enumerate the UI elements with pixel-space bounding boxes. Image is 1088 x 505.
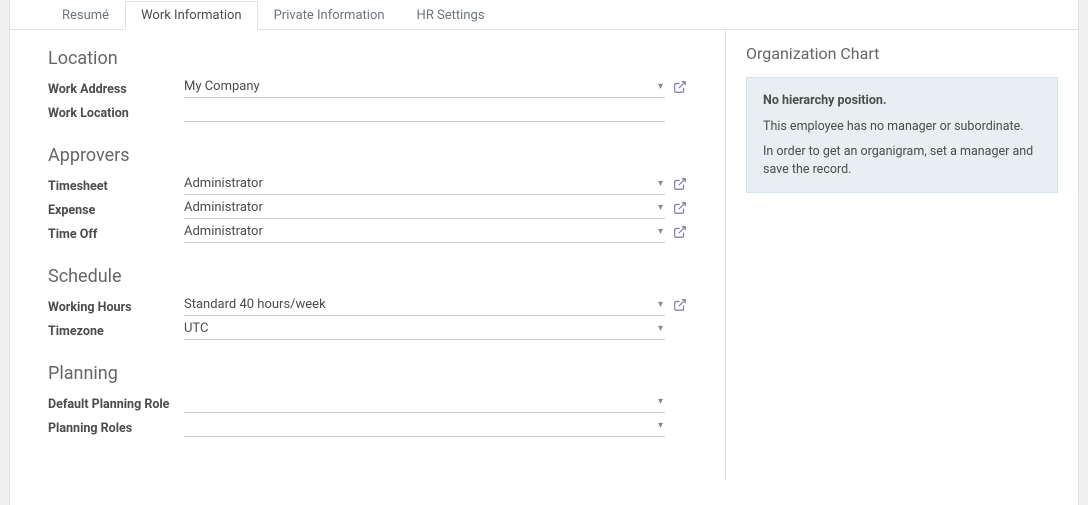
label-work-location: Work Location xyxy=(48,102,184,121)
field-working-hours: Working Hours Standard 40 hours/week ▾ xyxy=(48,293,687,317)
chevron-down-icon: ▾ xyxy=(656,178,665,189)
chevron-down-icon: ▾ xyxy=(656,323,665,334)
section-location: Location Work Address My Company ▾ xyxy=(48,48,687,123)
label-timeoff: Time Off xyxy=(48,223,184,242)
value-timezone: UTC xyxy=(184,321,208,336)
value-work-address: My Company xyxy=(184,79,260,94)
label-timezone: Timezone xyxy=(48,320,184,339)
label-planning-roles: Planning Roles xyxy=(48,417,184,436)
chevron-down-icon: ▾ xyxy=(656,299,665,310)
org-chart-line2: In order to get an organigram, set a man… xyxy=(763,143,1041,178)
value-timeoff: Administrator xyxy=(184,224,263,239)
input-timesheet[interactable]: Administrator ▾ xyxy=(184,173,665,195)
input-work-address[interactable]: My Company ▾ xyxy=(184,76,665,98)
tab-private-information[interactable]: Private Information xyxy=(258,1,401,30)
external-link-icon[interactable] xyxy=(673,201,687,215)
input-default-planning-role[interactable]: ▾ xyxy=(184,391,665,413)
org-chart-title: Organization Chart xyxy=(746,44,1058,63)
section-title-location: Location xyxy=(48,48,687,69)
tab-hr-settings[interactable]: HR Settings xyxy=(401,1,501,30)
label-timesheet: Timesheet xyxy=(48,175,184,194)
field-work-location: Work Location ▾ xyxy=(48,99,687,123)
org-chart-line1: This employee has no manager or subordin… xyxy=(763,118,1041,136)
input-working-hours[interactable]: Standard 40 hours/week ▾ xyxy=(184,294,665,316)
org-chart-no-position: No hierarchy position. xyxy=(763,92,1041,110)
chevron-down-icon: ▾ xyxy=(656,81,665,92)
label-working-hours: Working Hours xyxy=(48,296,184,315)
field-expense: Expense Administrator ▾ xyxy=(48,196,687,220)
field-work-address: Work Address My Company ▾ xyxy=(48,75,687,99)
chevron-down-icon: ▾ xyxy=(656,226,665,237)
section-title-planning: Planning xyxy=(48,363,687,384)
field-timesheet: Timesheet Administrator ▾ xyxy=(48,172,687,196)
section-approvers: Approvers Timesheet Administrator ▾ xyxy=(48,145,687,244)
section-title-schedule: Schedule xyxy=(48,266,687,287)
section-schedule: Schedule Working Hours Standard 40 hours… xyxy=(48,266,687,341)
right-pane: Organization Chart No hierarchy position… xyxy=(726,30,1078,480)
input-timeoff[interactable]: Administrator ▾ xyxy=(184,221,665,243)
chevron-down-icon: ▾ xyxy=(656,396,665,407)
tab-resume[interactable]: Resumé xyxy=(46,1,125,30)
input-expense[interactable]: Administrator ▾ xyxy=(184,197,665,219)
input-work-location[interactable]: ▾ xyxy=(184,100,665,122)
left-pane: Location Work Address My Company ▾ xyxy=(10,30,726,480)
field-timezone: Timezone UTC ▾ xyxy=(48,317,687,341)
page-container: Resumé Work Information Private Informat… xyxy=(9,0,1079,505)
field-timeoff: Time Off Administrator ▾ xyxy=(48,220,687,244)
external-link-icon[interactable] xyxy=(673,80,687,94)
value-working-hours: Standard 40 hours/week xyxy=(184,297,326,312)
org-chart-box: No hierarchy position. This employee has… xyxy=(746,77,1058,193)
content-split: Location Work Address My Company ▾ xyxy=(10,30,1078,480)
value-timesheet: Administrator xyxy=(184,176,263,191)
external-link-icon[interactable] xyxy=(673,298,687,312)
external-link-icon[interactable] xyxy=(673,225,687,239)
input-timezone[interactable]: UTC ▾ xyxy=(184,318,665,340)
label-expense: Expense xyxy=(48,199,184,218)
field-default-planning-role: Default Planning Role ▾ xyxy=(48,390,687,414)
chevron-down-icon: ▾ xyxy=(656,202,665,213)
tab-work-information[interactable]: Work Information xyxy=(125,1,258,30)
section-title-approvers: Approvers xyxy=(48,145,687,166)
tab-bar: Resumé Work Information Private Informat… xyxy=(10,0,1078,30)
external-link-icon[interactable] xyxy=(673,177,687,191)
label-work-address: Work Address xyxy=(48,78,184,97)
label-default-planning-role: Default Planning Role xyxy=(48,393,184,412)
value-expense: Administrator xyxy=(184,200,263,215)
section-planning: Planning Default Planning Role ▾ xyxy=(48,363,687,438)
chevron-down-icon: ▾ xyxy=(656,420,665,431)
input-planning-roles[interactable]: ▾ xyxy=(184,415,665,437)
field-planning-roles: Planning Roles ▾ xyxy=(48,414,687,438)
